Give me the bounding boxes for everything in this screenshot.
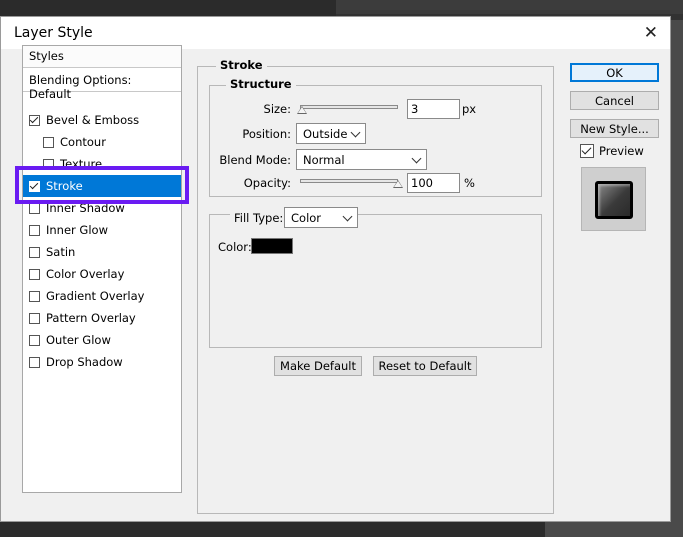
style-item-label: Satin [46, 245, 76, 259]
chevron-down-icon [411, 153, 422, 164]
style-item-inner-glow[interactable]: Inner Glow [23, 219, 181, 241]
fill-type-select[interactable]: Color [284, 207, 358, 228]
blend-mode-label: Blend Mode: [219, 153, 291, 167]
opacity-slider-thumb[interactable] [393, 180, 403, 188]
color-swatch[interactable] [251, 238, 293, 254]
style-item-label: Outer Glow [46, 333, 111, 347]
position-label: Position: [242, 127, 291, 141]
checkbox-icon[interactable] [29, 290, 40, 302]
ok-button[interactable]: OK [570, 63, 659, 82]
cancel-button[interactable]: Cancel [570, 91, 659, 110]
style-item-gradient-overlay[interactable]: Gradient Overlay [23, 285, 181, 307]
checkbox-icon[interactable] [29, 312, 40, 324]
checkbox-icon[interactable] [29, 356, 40, 368]
stroke-group-title: Stroke [216, 58, 267, 72]
structure-group-title: Structure [226, 77, 296, 91]
color-label: Color: [218, 240, 252, 254]
style-item-outer-glow[interactable]: Outer Glow [23, 329, 181, 351]
checkbox-icon[interactable] [29, 114, 40, 126]
styles-list-panel: Styles Blending Options: Default Bevel &… [22, 45, 182, 493]
size-slider-track[interactable] [300, 105, 398, 109]
style-item-label: Inner Glow [46, 223, 108, 237]
checkbox-icon[interactable] [29, 202, 40, 214]
preview-swatch-image [595, 181, 633, 219]
preview-checkbox[interactable]: Preview [580, 144, 644, 158]
checkbox-icon[interactable] [580, 144, 594, 158]
blend-mode-value: Normal [303, 153, 345, 167]
style-item-satin[interactable]: Satin [23, 241, 181, 263]
checkbox-icon[interactable] [29, 334, 40, 346]
size-label: Size: [263, 102, 291, 116]
style-item-contour[interactable]: Contour [23, 131, 181, 153]
checkbox-icon[interactable] [29, 268, 40, 280]
style-item-color-overlay[interactable]: Color Overlay [23, 263, 181, 285]
style-item-label: Gradient Overlay [46, 289, 145, 303]
fill-type-group [209, 214, 542, 348]
blending-options-item[interactable]: Blending Options: Default [23, 68, 181, 101]
checkbox-icon[interactable] [29, 246, 40, 258]
fill-type-label: Fill Type: [230, 211, 288, 225]
fill-type-value: Color [291, 211, 322, 225]
opacity-unit: % [464, 176, 475, 190]
size-slider-thumb[interactable] [297, 106, 307, 114]
checkbox-icon[interactable] [43, 136, 54, 148]
blend-mode-select[interactable]: Normal [296, 149, 427, 170]
dialog-title: Layer Style [14, 25, 93, 41]
preview-label: Preview [599, 144, 644, 158]
style-item-label: Drop Shadow [46, 355, 123, 369]
style-item-pattern-overlay[interactable]: Pattern Overlay [23, 307, 181, 329]
close-icon[interactable]: ✕ [644, 23, 658, 43]
opacity-slider-track[interactable] [300, 179, 398, 183]
opacity-label: Opacity: [243, 176, 291, 190]
style-item-label: Pattern Overlay [46, 311, 136, 325]
styles-header[interactable]: Styles [23, 46, 181, 68]
background-app-bottom-panel [545, 522, 683, 537]
background-app-strip [336, 0, 683, 14]
chevron-down-icon [350, 127, 361, 138]
position-value: Outside [303, 127, 348, 141]
style-preview-thumbnail [581, 167, 646, 231]
style-item-bevel-emboss[interactable]: Bevel & Emboss [23, 109, 181, 131]
annotation-highlight-box [15, 166, 189, 204]
style-item-label: Color Overlay [46, 267, 125, 281]
style-item-label: Contour [60, 135, 106, 149]
size-unit: px [462, 102, 477, 116]
new-style-button[interactable]: New Style... [570, 119, 659, 138]
checkbox-icon[interactable] [29, 224, 40, 236]
opacity-input[interactable] [407, 173, 460, 193]
style-item-label: Bevel & Emboss [46, 113, 140, 127]
reset-to-default-button[interactable]: Reset to Default [373, 356, 477, 376]
position-select[interactable]: Outside [296, 123, 366, 144]
background-app-panel [669, 20, 683, 537]
make-default-button[interactable]: Make Default [274, 356, 362, 376]
size-input[interactable] [407, 99, 460, 119]
style-item-drop-shadow[interactable]: Drop Shadow [23, 351, 181, 373]
chevron-down-icon [342, 211, 353, 222]
